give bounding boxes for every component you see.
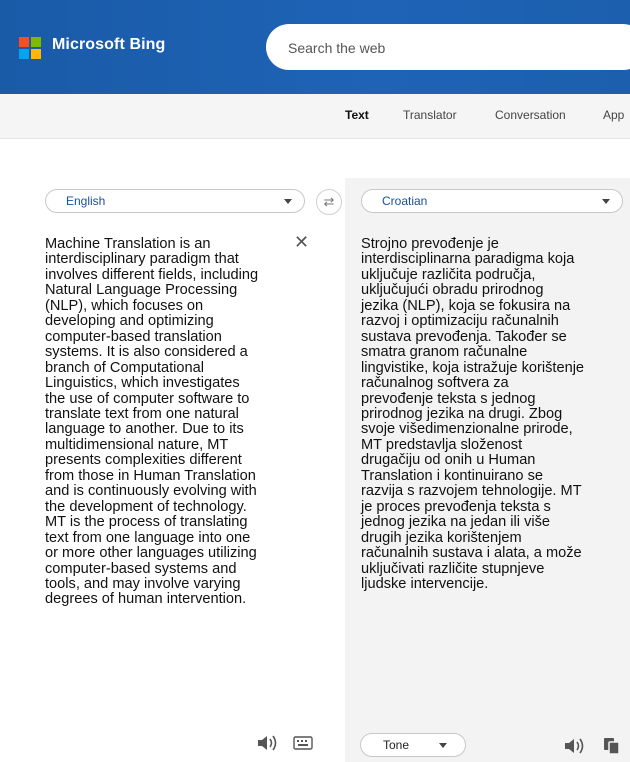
translator-nav: Text Translator Conversation App — [0, 94, 630, 139]
windows-logo-icon[interactable] — [19, 37, 41, 59]
search-box[interactable] — [266, 24, 630, 70]
copy-icon[interactable] — [602, 736, 622, 756]
speaker-icon[interactable] — [563, 737, 585, 755]
source-language-label: English — [66, 194, 106, 208]
target-language-label: Croatian — [382, 194, 428, 208]
tab-text[interactable]: Text — [345, 108, 369, 122]
speaker-icon[interactable] — [256, 734, 278, 752]
source-text[interactable]: Machine Translation is an interdisciplin… — [45, 236, 300, 608]
chevron-down-icon — [602, 199, 610, 204]
swap-arrows-icon[interactable]: ⇄ — [316, 189, 342, 215]
tab-conversation[interactable]: Conversation — [495, 108, 566, 122]
translated-text: Strojno prevođenje je interdisciplinarna… — [361, 236, 585, 592]
target-language-select[interactable]: Croatian — [361, 189, 623, 213]
chevron-down-icon — [284, 199, 292, 204]
keyboard-icon[interactable] — [293, 735, 313, 751]
tab-app[interactable]: App — [603, 108, 624, 122]
tab-translator[interactable]: Translator — [403, 108, 457, 122]
tone-label: Tone — [383, 738, 410, 752]
search-input[interactable] — [286, 37, 610, 59]
source-language-select[interactable]: English — [45, 189, 305, 213]
close-icon[interactable]: ✕ — [294, 233, 309, 251]
tone-select[interactable]: Tone — [360, 733, 466, 757]
chevron-down-icon — [439, 743, 447, 748]
brand-name[interactable]: Microsoft Bing — [52, 36, 165, 54]
top-header: Microsoft Bing — [0, 0, 630, 94]
